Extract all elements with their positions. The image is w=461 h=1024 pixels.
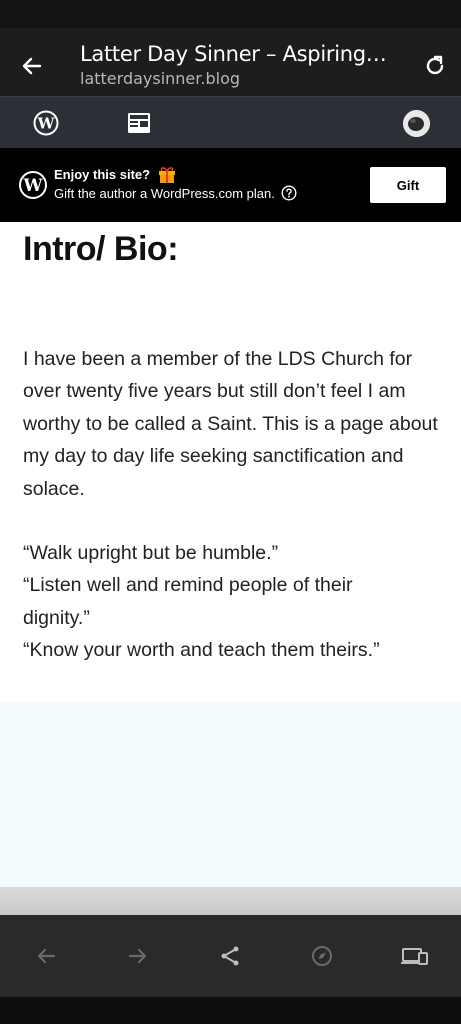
avatar-image xyxy=(403,110,430,137)
quote-line: “Walk upright but be humble.” xyxy=(23,542,279,564)
quotes-block: “Walk upright but be humble.” “Listen we… xyxy=(23,537,448,667)
browser-nav-bar xyxy=(0,915,461,997)
wordpress-logo-icon: W xyxy=(33,110,59,136)
browser-top-bar: Latter Day Sinner – Aspiring… latterdays… xyxy=(0,28,461,96)
banner-subtitle-row: Gift the author a WordPress.com plan. xyxy=(54,185,297,201)
svg-text:W: W xyxy=(37,115,56,133)
back-arrow-icon xyxy=(37,948,56,964)
reader-button[interactable] xyxy=(127,112,151,134)
reload-icon xyxy=(426,55,444,75)
nav-devices-button[interactable] xyxy=(400,942,428,970)
quote-line: “Know your worth and teach them theirs.” xyxy=(23,639,380,662)
banner-subtitle: Gift the author a WordPress.com plan. xyxy=(54,185,275,201)
article-heading: Intro/ Bio: xyxy=(23,230,179,268)
wordpress-logo-button[interactable]: W xyxy=(33,110,59,136)
reader-icon xyxy=(128,113,150,133)
page-footer-area xyxy=(0,702,461,887)
scroll-shadow xyxy=(0,887,461,915)
gift-button[interactable]: Gift xyxy=(370,167,446,203)
status-bar xyxy=(0,0,461,28)
banner-title-row: Enjoy this site? xyxy=(54,166,297,183)
nav-compass-button[interactable] xyxy=(308,942,336,970)
wordpress-logo-icon: W xyxy=(19,171,47,199)
avatar[interactable] xyxy=(403,110,430,137)
banner-wordpress-logo: W xyxy=(18,170,48,200)
banner-text: Enjoy this site? Gift the author a WordP… xyxy=(54,166,297,201)
forward-arrow-icon xyxy=(128,948,147,964)
article-content: Intro/ Bio: I have been a member of the … xyxy=(0,222,461,702)
nav-forward-button[interactable] xyxy=(124,942,152,970)
nav-share-button[interactable] xyxy=(216,942,244,970)
article-paragraph: I have been a member of the LDS Church f… xyxy=(23,348,438,500)
page-url: latterdaysinner.blog xyxy=(80,69,241,88)
banner-title: Enjoy this site? xyxy=(54,167,151,182)
help-icon[interactable] xyxy=(281,185,297,201)
nav-back-button[interactable] xyxy=(32,942,60,970)
page-title: Latter Day Sinner – Aspiring… xyxy=(80,42,387,66)
reload-button[interactable] xyxy=(421,52,449,80)
svg-text:W: W xyxy=(22,176,43,196)
back-button[interactable] xyxy=(18,52,46,80)
share-icon xyxy=(221,946,239,966)
system-gesture-bar xyxy=(0,997,461,1024)
compass-icon xyxy=(312,946,332,966)
title-block: Latter Day Sinner – Aspiring… latterdays… xyxy=(80,42,400,88)
gift-icon xyxy=(159,167,176,183)
wordpress-toolbar: W xyxy=(0,96,461,148)
gift-banner: W Enjoy this site? Gift the author a Wor… xyxy=(0,148,461,222)
devices-icon xyxy=(401,948,428,965)
quote-line: dignity.” xyxy=(23,606,90,629)
arrow-left-icon xyxy=(22,57,42,75)
quote-line: “Listen well and remind people of their xyxy=(23,574,353,597)
